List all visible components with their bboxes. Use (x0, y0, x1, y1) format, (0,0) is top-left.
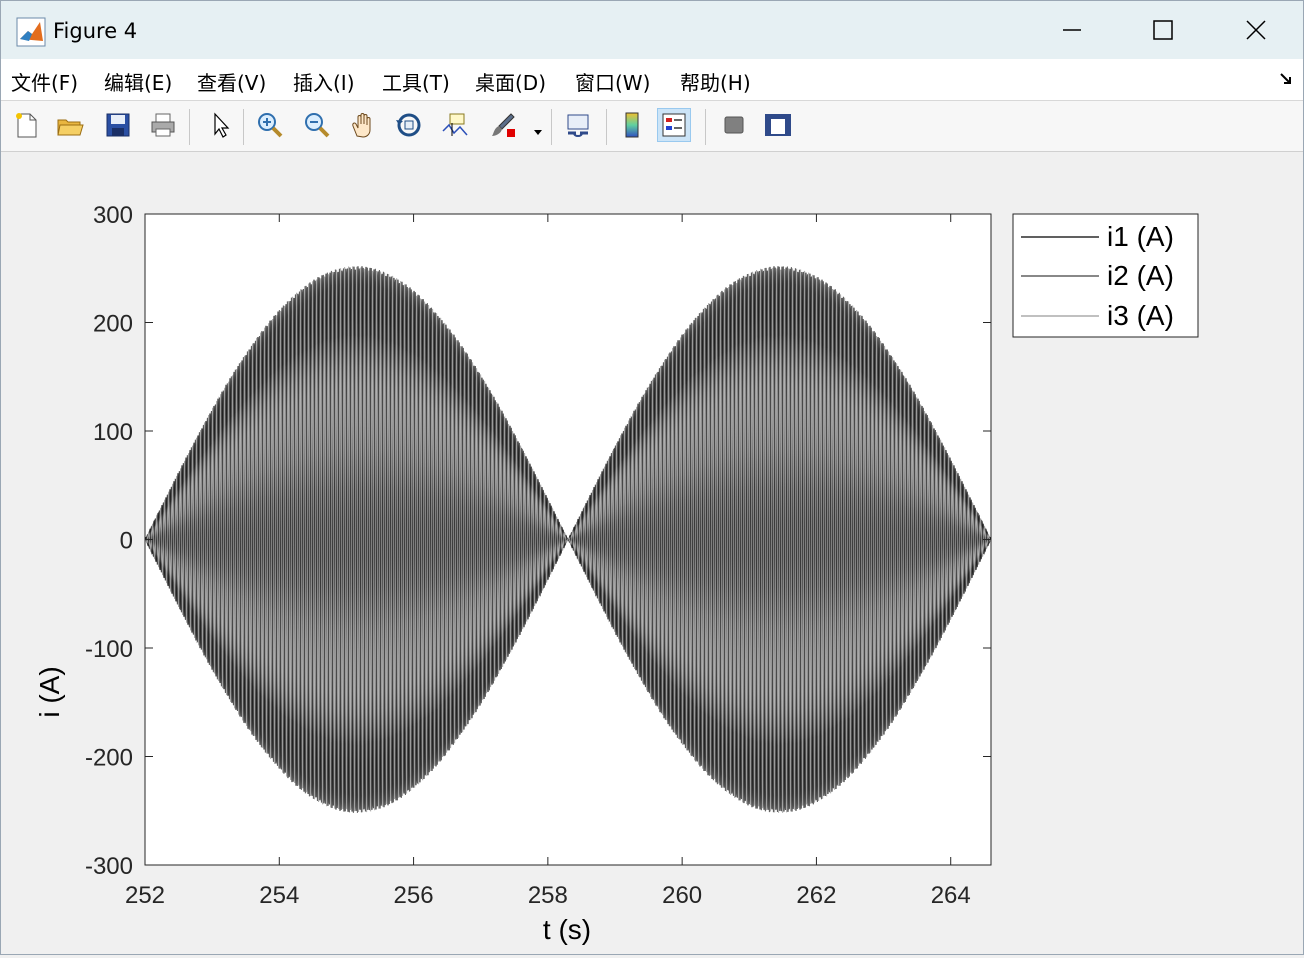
save-icon[interactable] (101, 108, 135, 142)
y-tick-label: 300 (93, 202, 133, 229)
brush-icon[interactable] (486, 108, 520, 142)
y-tick-label: 100 (93, 419, 133, 446)
x-tick-label: 256 (394, 882, 434, 909)
y-tick-label: -300 (85, 853, 133, 880)
maximize-button[interactable] (1117, 1, 1209, 59)
dock-icon[interactable] (1279, 71, 1293, 90)
x-axis-label: t (s) (543, 914, 591, 945)
print-icon[interactable] (146, 108, 180, 142)
legend-label-i1: i1 (A) (1107, 221, 1174, 252)
brush-dropdown-icon[interactable] (533, 121, 543, 140)
hide-plot-tools-icon[interactable] (717, 108, 751, 142)
y-tick-label: 200 (93, 311, 133, 338)
zoom-out-icon[interactable] (300, 108, 334, 142)
x-tick-label: 264 (931, 882, 971, 909)
menu-window[interactable]: 窗口(W) (575, 67, 650, 96)
figure-window: Figure 4 文件(F) 编辑(E) 查看(V) 插入(I) 工具(T) 桌… (0, 0, 1304, 955)
menu-bar: 文件(F) 编辑(E) 查看(V) 插入(I) 工具(T) 桌面(D) 窗口(W… (1, 59, 1303, 101)
title-bar: Figure 4 (1, 1, 1303, 59)
x-tick-label: 252 (125, 882, 165, 909)
figure-toolbar (1, 101, 1303, 152)
minimize-button[interactable] (1026, 1, 1118, 59)
data-cursor-icon[interactable] (438, 108, 472, 142)
maximize-icon (1153, 20, 1173, 40)
x-tick-label: 258 (528, 882, 568, 909)
y-tick-label: -100 (85, 636, 133, 663)
zoom-in-icon[interactable] (253, 108, 287, 142)
figure-canvas: 252 254 256 258 260 262 264 300 200 100 0 -100 -200 -… (1, 152, 1303, 954)
y-axis-label: i (A) (34, 666, 65, 717)
close-icon (1246, 20, 1266, 40)
link-plot-icon[interactable] (561, 108, 595, 142)
new-figure-icon[interactable] (9, 108, 43, 142)
legend[interactable]: i1 (A) i2 (A) i3 (A) (1012, 213, 1199, 338)
plot-svg[interactable]: 252 254 256 258 260 262 264 300 200 100 0 -100 -200 -… (1, 152, 1303, 954)
x-tick-label: 260 (662, 882, 702, 909)
legend-label-i3: i3 (A) (1107, 300, 1174, 331)
y-tick-label: -200 (85, 745, 133, 772)
menu-tools[interactable]: 工具(T) (382, 67, 450, 96)
rotate-3d-icon[interactable] (392, 108, 426, 142)
matlab-icon (16, 17, 46, 47)
x-tick-label: 254 (259, 882, 299, 909)
select-arrow-icon[interactable] (203, 108, 237, 142)
minimize-icon (1063, 29, 1081, 31)
menu-view[interactable]: 查看(V) (197, 67, 266, 96)
y-tick-label: 0 (120, 528, 133, 555)
close-button[interactable] (1210, 1, 1302, 59)
open-file-icon[interactable] (53, 108, 87, 142)
menu-file[interactable]: 文件(F) (11, 67, 78, 96)
colorbar-icon[interactable] (615, 108, 649, 142)
window-title: Figure 4 (53, 19, 138, 43)
legend-icon[interactable] (657, 108, 691, 142)
menu-desktop[interactable]: 桌面(D) (475, 67, 546, 96)
menu-help[interactable]: 帮助(H) (680, 67, 751, 96)
menu-insert[interactable]: 插入(I) (293, 67, 355, 96)
pan-hand-icon[interactable] (346, 108, 380, 142)
menu-edit[interactable]: 编辑(E) (104, 67, 172, 96)
x-tick-label: 262 (796, 882, 836, 909)
show-plot-tools-icon[interactable] (761, 108, 795, 142)
legend-label-i2: i2 (A) (1107, 260, 1174, 291)
